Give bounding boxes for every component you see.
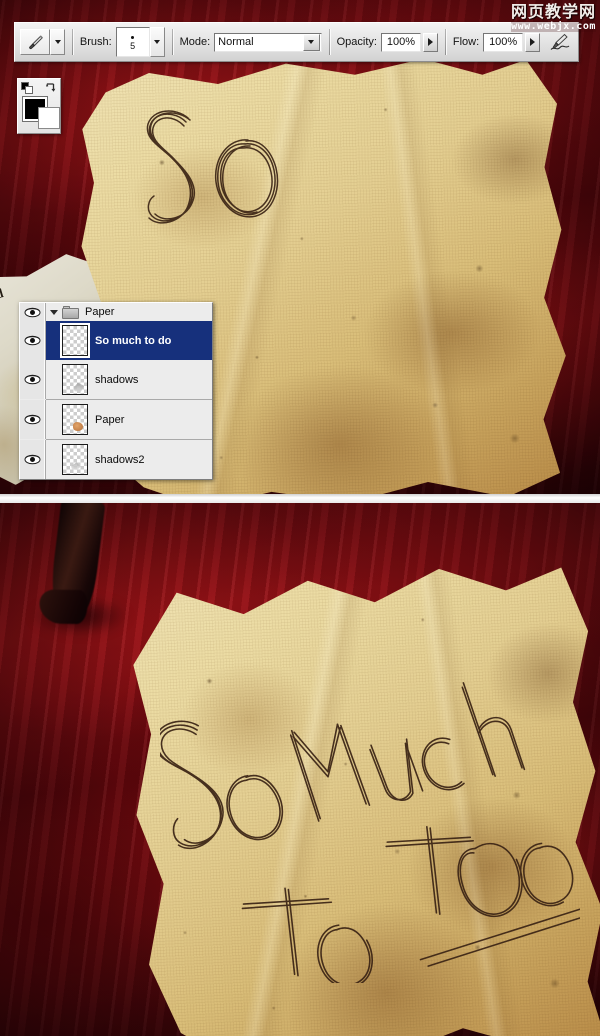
- opacity-field[interactable]: 100%: [380, 32, 438, 52]
- layer-visibility-toggle[interactable]: [20, 440, 46, 479]
- mode-value: Normal: [218, 36, 254, 48]
- swap-colors-icon[interactable]: [44, 81, 57, 94]
- eye-icon: [24, 307, 41, 317]
- layer-row-so-much-to-do[interactable]: So much to do: [20, 321, 212, 360]
- default-colors-icon[interactable]: [21, 82, 33, 94]
- tool-preset-picker[interactable]: [20, 28, 65, 56]
- layer-visibility-toggle[interactable]: [20, 400, 46, 439]
- brush-preset-chevron-down-icon[interactable]: [149, 27, 165, 57]
- color-picker-widget: [17, 78, 61, 134]
- layer-thumbnail[interactable]: [62, 444, 88, 475]
- layer-name: shadows2: [95, 453, 145, 466]
- layer-row-group-paper[interactable]: Paper: [20, 303, 212, 321]
- layer-name: So much to do: [95, 334, 172, 347]
- separator-4: [444, 29, 446, 55]
- layer-row-shadows2[interactable]: shadows2: [20, 440, 212, 479]
- opacity-slider-arrow-icon[interactable]: [422, 32, 438, 52]
- mode-chevron-down-icon[interactable]: [302, 33, 320, 51]
- options-bar: Brush: 5 Mode: Normal Opacity: 100% Flow…: [14, 22, 579, 62]
- layer-visibility-toggle[interactable]: [20, 321, 46, 360]
- separator-1: [72, 29, 73, 55]
- paintbrush-icon[interactable]: [20, 29, 50, 55]
- eye-icon: [24, 454, 41, 465]
- eye-icon: [24, 414, 41, 425]
- photoshop-screenshot: naten fü sische Land Jütt sicher und anz…: [0, 0, 600, 1036]
- paper-note-bottom: [119, 551, 600, 1036]
- separator-2: [171, 29, 173, 55]
- layer-thumbnail[interactable]: [62, 404, 88, 435]
- brush-tip-dot-icon: [131, 35, 135, 39]
- layers-panel: Paper So much to do shadows Paper shadow…: [19, 302, 213, 480]
- watermark-site-name: 网页教学网: [510, 2, 596, 21]
- layer-thumbnail[interactable]: [60, 323, 90, 358]
- flow-value[interactable]: 100%: [483, 32, 524, 52]
- mode-label: Mode:: [179, 36, 211, 48]
- eye-icon: [24, 374, 41, 385]
- flow-slider-arrow-icon[interactable]: [525, 32, 541, 52]
- layer-thumbnail[interactable]: [62, 364, 88, 395]
- separator-3: [328, 29, 330, 55]
- watermark-url: www.webjx.com: [510, 20, 596, 32]
- layer-name: shadows: [95, 373, 139, 386]
- airbrush-icon[interactable]: [546, 28, 573, 56]
- watermark: 网页教学网 www.webjx.com: [510, 2, 596, 32]
- tool-preset-chevron-down-icon[interactable]: [50, 29, 65, 55]
- triangle-down-icon[interactable]: [46, 309, 62, 315]
- folder-icon: [62, 305, 79, 319]
- opacity-value[interactable]: 100%: [380, 32, 421, 52]
- brush-preview[interactable]: 5: [115, 27, 150, 57]
- layer-visibility-toggle[interactable]: [20, 303, 46, 321]
- brush-size-value: 5: [130, 40, 136, 51]
- background-color-swatch[interactable]: [38, 107, 60, 129]
- layer-name: Paper: [95, 413, 125, 426]
- canvas-bottom: naten fü sische Land Wolfgang Jütt siche…: [0, 503, 600, 1036]
- panel-divider: [0, 494, 600, 503]
- mode-select[interactable]: Normal: [214, 32, 322, 52]
- flow-label: Flow:: [452, 36, 480, 48]
- layer-visibility-toggle[interactable]: [20, 360, 46, 399]
- layer-row-shadows[interactable]: shadows: [20, 360, 212, 399]
- opacity-label: Opacity:: [336, 36, 377, 48]
- brush-label: Brush:: [79, 36, 112, 48]
- layer-row-paper[interactable]: Paper: [20, 400, 212, 439]
- eye-icon: [24, 335, 41, 346]
- layer-name: Paper: [85, 306, 115, 318]
- flow-field[interactable]: 100%: [483, 32, 541, 52]
